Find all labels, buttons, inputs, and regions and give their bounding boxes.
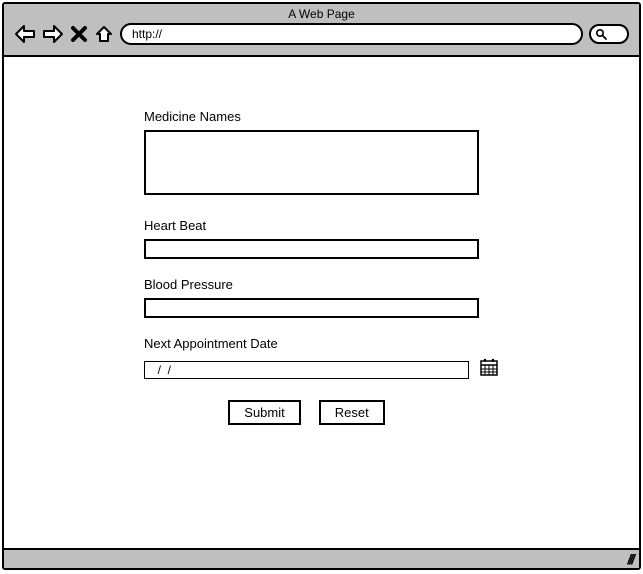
heartbeat-input[interactable]: [144, 239, 479, 259]
medicine-label: Medicine Names: [144, 109, 509, 124]
appointment-input[interactable]: [144, 361, 469, 379]
window-title: A Web Page: [4, 7, 639, 21]
appointment-field-group: Next Appointment Date: [144, 336, 509, 382]
resize-grip-icon[interactable]: ///: [627, 551, 633, 567]
appointment-label: Next Appointment Date: [144, 336, 509, 351]
date-row: [144, 357, 509, 382]
stop-button[interactable]: [70, 25, 88, 43]
page-content: Medicine Names Heart Beat Blood Pressure…: [4, 57, 639, 548]
search-icon: [595, 28, 607, 40]
reset-button[interactable]: Reset: [319, 400, 385, 425]
statusbar: ///: [4, 548, 639, 568]
calendar-picker-button[interactable]: [479, 357, 499, 382]
bp-input[interactable]: [144, 298, 479, 318]
titlebar: A Web Page: [4, 4, 639, 57]
forward-button[interactable]: [42, 24, 64, 44]
submit-button[interactable]: Submit: [228, 400, 300, 425]
toolbar: [4, 21, 639, 49]
medicine-field-group: Medicine Names: [144, 109, 509, 200]
browser-window: A Web Page: [2, 2, 641, 570]
home-button[interactable]: [94, 24, 114, 44]
medicine-input[interactable]: [144, 130, 479, 195]
arrow-left-icon: [14, 24, 36, 44]
arrow-right-icon: [42, 24, 64, 44]
form: Medicine Names Heart Beat Blood Pressure…: [4, 57, 639, 425]
address-bar[interactable]: [120, 23, 583, 45]
home-icon: [94, 24, 114, 44]
heartbeat-field-group: Heart Beat: [144, 218, 509, 259]
search-button[interactable]: [589, 24, 629, 44]
x-icon: [70, 25, 88, 43]
calendar-icon: [479, 357, 499, 377]
heartbeat-label: Heart Beat: [144, 218, 509, 233]
bp-label: Blood Pressure: [144, 277, 509, 292]
button-row: Submit Reset: [104, 400, 509, 425]
bp-field-group: Blood Pressure: [144, 277, 509, 318]
back-button[interactable]: [14, 24, 36, 44]
